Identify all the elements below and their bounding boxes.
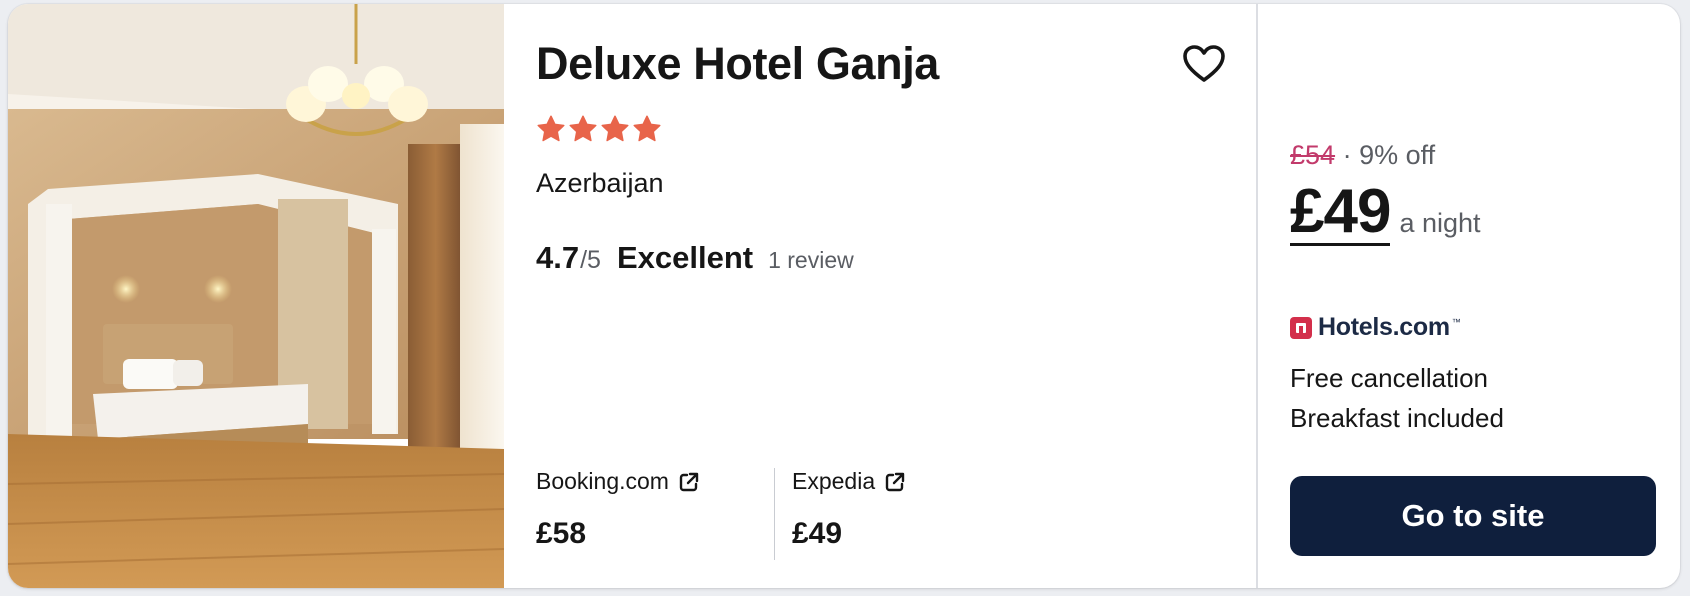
review-count[interactable]: 1 review (768, 247, 854, 274)
perk-free-cancellation: Free cancellation (1290, 363, 1488, 393)
hotel-info: Deluxe Hotel Ganja Azerbaijan 4.7 /5 Exc… (504, 4, 1256, 588)
favorite-button[interactable] (1180, 40, 1228, 88)
provider-booking[interactable]: Booking.com £58 (536, 468, 774, 560)
separator-dot: · (1342, 140, 1352, 170)
external-link-icon (885, 472, 905, 491)
hotel-result-card[interactable]: Deluxe Hotel Ganja Azerbaijan 4.7 /5 Exc… (8, 4, 1680, 588)
discount-label: 9% off (1359, 140, 1436, 170)
nightly-price: £49 a night (1290, 180, 1481, 247)
heart-icon (1183, 45, 1225, 82)
guest-rating: 4.7 /5 Excellent 1 review (536, 240, 854, 276)
rating-out-of: /5 (580, 246, 601, 274)
provider-name: Expedia (792, 468, 876, 494)
hotel-location: Azerbaijan (536, 168, 664, 198)
provider-link[interactable]: Booking.com (536, 468, 774, 495)
star-icon (537, 115, 565, 142)
star-icon (569, 115, 597, 142)
trademark-mark: ™ (1451, 317, 1461, 327)
provider-price: £49 (792, 517, 843, 550)
hotel-name[interactable]: Deluxe Hotel Ganja (536, 38, 939, 90)
original-price: £54 (1290, 140, 1336, 170)
price-panel: £54 · 9% off £49 a night Hotels.com ™ Fr… (1258, 4, 1680, 588)
hotels-com-logo-icon (1290, 316, 1312, 339)
go-to-site-button[interactable]: Go to site (1290, 476, 1656, 556)
provider-price: £58 (536, 517, 587, 550)
perk-breakfast: Breakfast included (1290, 403, 1504, 433)
deal-price[interactable]: £49 (1290, 180, 1391, 247)
price-unit: a night (1399, 208, 1481, 238)
hotel-room-image (8, 4, 504, 588)
deal-provider-logo: Hotels.com ™ (1290, 313, 1461, 342)
other-providers: Booking.com £58 Expedia £49 (536, 468, 1034, 560)
discount-row: £54 · 9% off (1290, 140, 1435, 171)
star-icon (601, 115, 629, 142)
star-rating (536, 114, 662, 144)
provider-expedia[interactable]: Expedia £49 (774, 468, 1034, 560)
provider-name: Booking.com (536, 468, 669, 494)
star-icon (633, 115, 661, 142)
provider-link[interactable]: Expedia (792, 468, 1034, 495)
rating-label: Excellent (616, 240, 754, 275)
deal-provider-name: Hotels.com (1318, 313, 1450, 341)
external-link-icon (679, 472, 699, 491)
hotel-photo[interactable] (8, 4, 504, 588)
rating-score: 4.7 (536, 240, 580, 275)
